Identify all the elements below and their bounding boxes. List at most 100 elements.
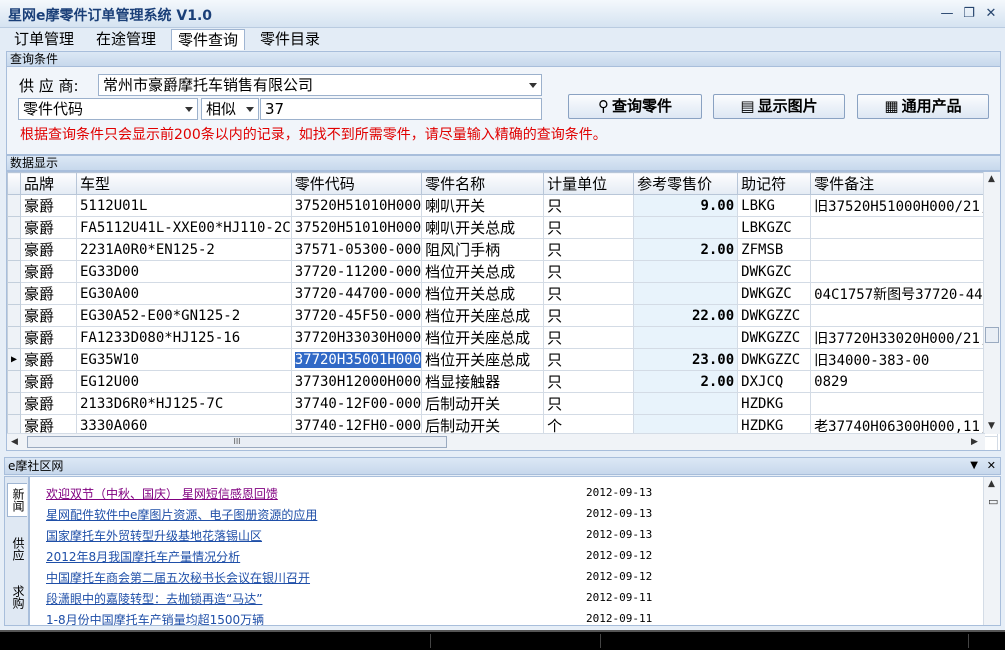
table-cell[interactable]: 档位开关座总成 — [421, 326, 545, 349]
table-cell[interactable]: 2231A0R0*EN125-2 — [76, 238, 292, 261]
table-cell[interactable]: 只 — [543, 348, 635, 371]
column-header[interactable]: 零件名称 — [421, 172, 545, 195]
table-row[interactable]: 豪爵 EG30A00 37720-44700-000 档位开关总成只 DWKGZC 04C… — [7, 282, 998, 305]
table-cell[interactable]: FA1233D080*HJ125-16 — [76, 326, 292, 349]
column-header[interactable]: 车型 — [76, 172, 292, 195]
table-cell[interactable]: 豪爵 — [20, 260, 77, 283]
table-cell[interactable]: EG35W10 — [76, 348, 292, 371]
table-cell[interactable]: 豪爵 — [20, 238, 77, 261]
table-cell[interactable]: 只 — [543, 326, 635, 349]
show-image-button[interactable]: ▤ 显示图片 — [713, 94, 845, 119]
table-row[interactable]: 豪爵 5112U01L 37520H51010H000 喇叭开关只 9.00 LBKG 旧3… — [7, 194, 998, 217]
table-cell[interactable]: 豪爵 — [20, 326, 77, 349]
table-row[interactable]: 豪爵 EG33D00 37720-11200-000 档位开关总成只 DWKGZC — [7, 260, 998, 283]
table-cell[interactable]: 豪爵 — [20, 282, 77, 305]
table-cell[interactable]: EG30A00 — [76, 282, 292, 305]
column-header[interactable]: 计量单位 — [543, 172, 635, 195]
scroll-thumb[interactable] — [985, 327, 999, 343]
column-header[interactable]: 助记符 — [737, 172, 812, 195]
table-cell[interactable]: EG12U00 — [76, 370, 292, 393]
table-cell[interactable]: 只 — [543, 370, 635, 393]
table-cell[interactable] — [810, 216, 998, 239]
table-cell[interactable]: 22.00 — [633, 304, 739, 327]
news-link[interactable]: 段潇眼中的嘉陵转型：去枷锁再造“马达” — [46, 590, 262, 607]
table-cell[interactable]: 豪爵 — [20, 370, 77, 393]
table-cell[interactable]: LBKGZC — [737, 216, 812, 239]
table-cell[interactable]: HZDKG — [737, 392, 812, 415]
table-cell[interactable] — [633, 326, 739, 349]
minimize-button[interactable]: — — [938, 6, 956, 22]
table-row[interactable]: 豪爵 FA1233D080*HJ125-16 37720H33030H000 档位开关… — [7, 326, 998, 349]
table-cell[interactable]: 37720-44700-000 — [290, 282, 423, 305]
scroll-thumb[interactable]: ▭ — [988, 495, 998, 508]
table-cell[interactable]: DWKGZZC — [737, 326, 812, 349]
news-scrollbar[interactable]: ▲ ▭ — [983, 477, 1000, 625]
table-cell[interactable]: 37520H51010H000 — [290, 194, 423, 217]
tab-part-query[interactable]: 零件查询 — [171, 29, 246, 50]
table-cell[interactable]: 9.00 — [633, 194, 739, 217]
table-cell[interactable]: 37740-12F00-000 — [290, 392, 423, 415]
tab-part-catalog[interactable]: 零件目录 — [254, 29, 326, 50]
table-cell[interactable]: 豪爵 — [20, 216, 77, 239]
table-cell[interactable]: DWKGZC — [737, 282, 812, 305]
table-cell[interactable] — [810, 304, 998, 327]
table-cell[interactable]: 喇叭开关总成 — [421, 216, 545, 239]
table-cell[interactable]: 2133D6R0*HJ125-7C — [76, 392, 292, 415]
table-cell[interactable]: 喇叭开关 — [421, 194, 545, 217]
table-cell[interactable]: 0829 — [810, 370, 998, 393]
tab-supply[interactable]: 供应 — [7, 533, 27, 565]
table-cell[interactable]: 旧34000-383-00 — [810, 348, 998, 371]
table-cell[interactable]: 档显接触器 — [421, 370, 545, 393]
table-cell[interactable]: DWKGZC — [737, 260, 812, 283]
table-cell[interactable]: 豪爵 — [20, 392, 77, 415]
table-cell[interactable]: ZFMSB — [737, 238, 812, 261]
search-parts-button[interactable]: ⚲ 查询零件 — [568, 94, 702, 119]
restore-button[interactable]: ❐ — [960, 6, 978, 22]
common-products-button[interactable]: ▦ 通用产品 — [857, 94, 989, 119]
close-button[interactable]: ✕ — [982, 6, 1000, 22]
row-indicator[interactable] — [7, 194, 21, 217]
table-cell[interactable]: 37571-05300-000 — [290, 238, 423, 261]
table-cell[interactable] — [810, 238, 998, 261]
table-cell[interactable]: 37520H51010H000 — [290, 216, 423, 239]
table-cell[interactable]: 只 — [543, 392, 635, 415]
row-indicator[interactable] — [7, 282, 21, 305]
table-cell[interactable] — [633, 216, 739, 239]
collapse-icon[interactable]: ▼ — [970, 458, 978, 474]
table-cell[interactable]: FA5112U41L-XXE00*HJ110-2C — [76, 216, 292, 239]
news-link[interactable]: 国家摩托车外贸转型升级基地花落锡山区 — [46, 527, 262, 544]
column-header[interactable]: 品牌 — [20, 172, 77, 195]
tab-news[interactable]: 新闻 — [7, 483, 27, 517]
row-indicator[interactable] — [7, 260, 21, 283]
row-indicator[interactable] — [7, 216, 21, 239]
table-cell[interactable]: 只 — [543, 304, 635, 327]
table-cell[interactable]: 37720-11200-000 — [290, 260, 423, 283]
table-cell[interactable]: EG33D00 — [76, 260, 292, 283]
news-link[interactable]: 1-8月份中国摩托车产销量均超1500万辆 — [46, 611, 264, 625]
scroll-down-icon[interactable]: ▼ — [988, 421, 995, 431]
table-cell[interactable] — [633, 282, 739, 305]
table-cell[interactable]: 只 — [543, 194, 635, 217]
table-cell[interactable]: 37730H12000H000 — [290, 370, 423, 393]
scroll-up-icon[interactable]: ▲ — [988, 174, 995, 184]
table-cell[interactable]: EG30A52-E00*GN125-2 — [76, 304, 292, 327]
row-indicator[interactable] — [7, 392, 21, 415]
grid-horizontal-scrollbar[interactable]: ◀ III ▶ — [7, 433, 985, 450]
row-indicator[interactable] — [7, 370, 21, 393]
table-cell[interactable]: 档位开关总成 — [421, 282, 545, 305]
tab-order-management[interactable]: 订单管理 — [8, 29, 80, 50]
table-cell[interactable]: 后制动开关 — [421, 392, 545, 415]
field-select[interactable]: 零件代码 — [18, 98, 198, 120]
row-indicator[interactable] — [7, 238, 21, 261]
table-cell[interactable] — [633, 260, 739, 283]
table-cell[interactable]: DXJCQ — [737, 370, 812, 393]
table-cell[interactable]: 2.00 — [633, 238, 739, 261]
table-cell[interactable]: LBKG — [737, 194, 812, 217]
table-cell[interactable]: 04C1757新图号37720-447 — [810, 282, 998, 305]
table-cell[interactable]: 旧37720H33020H000/21, — [810, 326, 998, 349]
table-cell[interactable] — [633, 392, 739, 415]
row-indicator[interactable] — [7, 304, 21, 327]
table-cell[interactable]: 豪爵 — [20, 304, 77, 327]
row-indicator[interactable] — [7, 326, 21, 349]
column-header[interactable]: 零件备注 — [810, 172, 998, 195]
